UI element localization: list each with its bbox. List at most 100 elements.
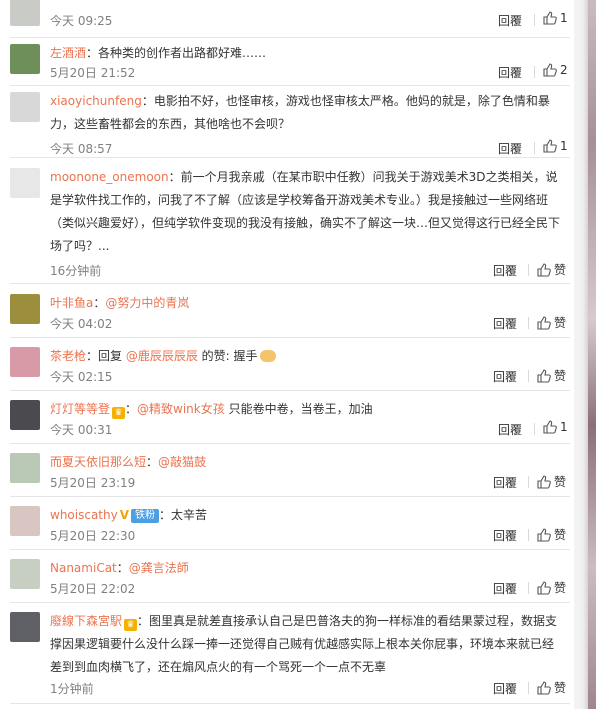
crown-badge-icon: ♛ [112, 407, 126, 419]
comment-body: 左酒酒：各种类的创作者出路都好难…… [50, 42, 562, 65]
like-label: 赞 [554, 581, 567, 595]
comment-body: xiaoyichunfeng：电影拍不好，也怪审核，游戏也怪审核太严格。他妈的就… [50, 90, 562, 136]
comment-body: 茶老枪：回复 @鹿辰辰辰辰 的赞: 握手 [50, 345, 562, 368]
comment-item: xiaoyichunfeng：电影拍不好，也怪审核，游戏也怪审核太严格。他妈的就… [0, 86, 572, 158]
username-link[interactable]: whoiscathy [50, 508, 118, 522]
username-link[interactable]: 左酒酒 [50, 46, 86, 60]
divider [528, 370, 529, 382]
comment-time: 今天 09:25 [50, 14, 113, 28]
like-count: 1 [560, 139, 568, 153]
background-strip [588, 0, 596, 709]
like-label: 赞 [554, 263, 567, 277]
reply-button[interactable]: 回覆 [493, 315, 517, 332]
mention-link[interactable]: @鹿辰辰辰辰 [126, 349, 198, 363]
like-button[interactable]: 赞 [537, 679, 566, 696]
reply-button[interactable]: 回覆 [493, 368, 517, 385]
avatar[interactable] [10, 559, 40, 589]
thumbs-up-icon [543, 420, 557, 434]
thumbs-up-icon [537, 316, 551, 330]
avatar[interactable] [10, 506, 40, 536]
avatar[interactable] [10, 168, 40, 198]
comment-time: 16分钟前 [50, 264, 102, 278]
like-count: 1 [560, 11, 568, 25]
mention-link[interactable]: @敲猫鼓 [158, 455, 206, 469]
comment-text: ：回复 [86, 349, 126, 363]
comment-item: whoiscathy V 铁粉 ：太辛苦 5月20日 22:30 回覆 赞 [0, 500, 572, 550]
like-button[interactable]: 赞 [537, 261, 566, 278]
comment-body: 而夏天依旧那么短：@敲猫鼓 [50, 451, 562, 474]
like-button[interactable]: 赞 [537, 473, 566, 490]
username-link[interactable]: NanamiCat [50, 561, 117, 575]
avatar[interactable] [10, 400, 40, 430]
avatar[interactable] [10, 453, 40, 483]
reply-button[interactable]: 回覆 [493, 580, 517, 597]
comment-item: 茶老枪：回复 @鹿辰辰辰辰 的赞: 握手 今天 02:15 回覆 赞 [0, 341, 572, 391]
like-button[interactable]: 赞 [537, 579, 566, 596]
mention-link[interactable]: @精致wink女孩 [137, 402, 225, 416]
like-button[interactable]: 赞 [537, 314, 566, 331]
reply-button[interactable]: 回覆 [493, 474, 517, 491]
like-button[interactable]: 1 [543, 139, 568, 153]
divider [534, 142, 535, 154]
divider [528, 476, 529, 488]
username-link[interactable]: moonone_onemoon [50, 170, 169, 184]
verified-v-icon: V [119, 508, 130, 522]
like-button[interactable]: 1 [543, 420, 568, 434]
reply-button[interactable]: 回覆 [498, 421, 522, 438]
thumbs-up-icon [537, 475, 551, 489]
comment-time: 1分钟前 [50, 682, 94, 696]
like-label: 赞 [554, 528, 567, 542]
comment-time: 今天 04:02 [50, 317, 113, 331]
username-link[interactable]: xiaoyichunfeng [50, 94, 142, 108]
comment-text: ： [125, 402, 138, 416]
reply-button[interactable]: 回覆 [493, 262, 517, 279]
like-button[interactable]: 赞 [537, 526, 566, 543]
comment-item: 而夏天依旧那么短：@敲猫鼓 5月20日 23:19 回覆 赞 [0, 447, 572, 497]
comment-text-after: 只能卷中卷，当卷王，加油 [224, 402, 373, 416]
divider [528, 582, 529, 594]
avatar[interactable] [10, 347, 40, 377]
avatar[interactable] [10, 44, 40, 74]
divider [528, 529, 529, 541]
thumbs-up-icon [537, 263, 551, 277]
reply-button[interactable]: 回覆 [493, 527, 517, 544]
thumbs-up-icon [537, 528, 551, 542]
reply-button[interactable]: 回覆 [498, 12, 522, 29]
comment-body: 廢線下森宮駅 ♛ ：图里真是就差直接承认自己是巴普洛夫的狗一样标准的看结果蒙过程，数… [50, 610, 562, 679]
like-button[interactable]: 2 [543, 63, 568, 77]
thumbs-up-icon [537, 681, 551, 695]
username-link[interactable]: 而夏天依旧那么短 [50, 455, 146, 469]
like-button[interactable]: 1 [543, 11, 568, 25]
avatar[interactable] [10, 612, 40, 642]
comment-text: ： [116, 561, 129, 575]
avatar[interactable] [10, 294, 40, 324]
comment-text: ： [146, 455, 159, 469]
thumbs-up-icon [543, 139, 557, 153]
username-link[interactable]: 灯灯等等登 [50, 402, 110, 416]
like-count: 1 [560, 420, 568, 434]
reply-button[interactable]: 回覆 [493, 680, 517, 697]
like-label: 赞 [554, 475, 567, 489]
username-link[interactable]: 廢線下森宮駅 [50, 614, 122, 628]
reply-button[interactable]: 回覆 [498, 140, 522, 157]
avatar[interactable] [10, 0, 40, 26]
comment-item: 叶非鱼a：@努力中的青岚 今天 04:02 回覆 赞 [0, 288, 572, 338]
mention-link[interactable]: @努力中的青岚 [105, 296, 189, 310]
divider [534, 14, 535, 26]
comment-body: moonone_onemoon：前一个月我亲戚（在某市职中任教）问我关于游戏美术… [50, 166, 562, 258]
fans-badge: 铁粉 [131, 509, 160, 523]
avatar[interactable] [10, 92, 40, 122]
like-button[interactable]: 赞 [537, 367, 566, 384]
like-label: 赞 [554, 316, 567, 330]
mention-link[interactable]: @龚言法師 [129, 561, 189, 575]
comment-item: 今天 09:25 回覆 1 [0, 0, 572, 38]
comment-item: 廢線下森宮駅 ♛ ：图里真是就差直接承认自己是巴普洛夫的狗一样标准的看结果蒙过程，数… [0, 606, 572, 704]
comment-time: 今天 00:31 [50, 423, 113, 437]
comment-time: 5月20日 22:30 [50, 529, 136, 543]
username-link[interactable]: 茶老枪 [50, 349, 86, 363]
reply-button[interactable]: 回覆 [498, 64, 522, 81]
username-link[interactable]: 叶非鱼a [50, 296, 93, 310]
divider [528, 264, 529, 276]
comment-time: 5月20日 22:02 [50, 582, 136, 596]
comment-text: ：太辛苦 [159, 508, 208, 522]
